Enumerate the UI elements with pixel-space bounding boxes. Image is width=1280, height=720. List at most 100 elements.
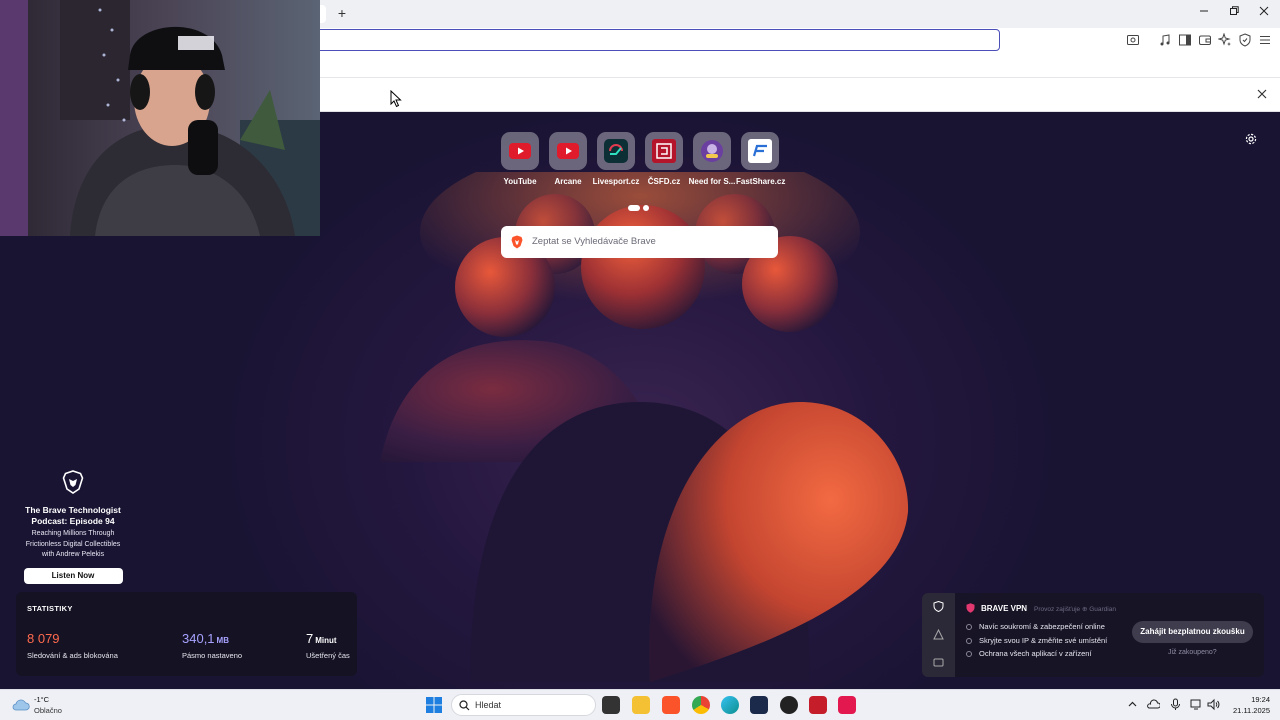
new-tab-button[interactable]: +: [334, 5, 350, 21]
check-circle-icon: [966, 637, 972, 644]
onedrive-icon[interactable]: [1147, 698, 1160, 711]
address-bar[interactable]: [300, 29, 1000, 51]
top-sites-pager: [628, 198, 652, 216]
podcast-promo: The Brave Technologist Podcast: Episode …: [12, 470, 134, 584]
stat-label: Ušetřený čas: [306, 651, 350, 660]
gear-icon[interactable]: [1244, 132, 1258, 146]
stat-unit: MB: [216, 636, 229, 645]
vpn-widget: BRAVE VPN Provoz zajišťuje ⊕ Guardian Na…: [922, 593, 1264, 677]
site-tile: [693, 132, 731, 170]
wallet-icon[interactable]: [1198, 33, 1212, 47]
brave-lion-icon: [62, 470, 84, 494]
start-free-trial-button[interactable]: Zahájit bezplatnou zkoušku: [1132, 621, 1253, 643]
file-explorer-icon[interactable]: [632, 696, 650, 714]
top-site-youtube[interactable]: YouTube: [496, 132, 544, 186]
list-item: Skryjte svou IP & změňte své umístění: [966, 634, 1107, 648]
kick-icon[interactable]: [750, 696, 768, 714]
menu-icon[interactable]: [1258, 33, 1272, 47]
stat-label: Sledování & ads blokována: [27, 651, 118, 660]
close-window-button[interactable]: [1253, 4, 1275, 22]
search-box[interactable]: Zeptat se Vyhledávače Brave: [501, 226, 778, 258]
site-label: YouTube: [503, 177, 537, 186]
feature-text: Skryjte svou IP & změňte své umístění: [979, 635, 1108, 645]
stats-widget: STATISTIKY 8 079 Sledování & ads bloková…: [16, 592, 357, 676]
restore-icon: [1230, 6, 1239, 15]
top-site-arcane[interactable]: Arcane: [544, 132, 592, 186]
youtube-icon: [557, 143, 579, 159]
chrome-icon[interactable]: [692, 696, 710, 714]
taskbar-search-placeholder: Hledat: [475, 700, 502, 710]
system-clock[interactable]: 19:24 21.11.2025: [1233, 695, 1270, 716]
already-purchased-link[interactable]: Již zakoupeno?: [1168, 649, 1217, 656]
pager-dot[interactable]: [643, 205, 649, 211]
site-tile: [741, 132, 779, 170]
warning-triangle-icon[interactable]: [933, 629, 944, 640]
cloud-icon[interactable]: [12, 698, 30, 712]
top-site-csfd[interactable]: ČSFD.cz: [640, 132, 688, 186]
shield-icon[interactable]: [1238, 33, 1252, 47]
webcam-video: [0, 0, 320, 236]
vpn-title: BRAVE VPN: [981, 604, 1028, 613]
task-view-icon[interactable]: [602, 696, 620, 714]
vpn-logo-icon: [966, 603, 975, 613]
feature-text: Navíc soukromí & zabezpečení online: [979, 622, 1105, 631]
clock-date: 21.11.2025: [1233, 705, 1270, 715]
brave-icon[interactable]: [662, 696, 680, 714]
need-for-speed-icon: [701, 140, 723, 162]
edge-icon[interactable]: [721, 696, 739, 714]
listen-now-button[interactable]: Listen Now: [23, 567, 123, 584]
windows-start-icon[interactable]: [426, 697, 442, 713]
network-icon[interactable]: [1190, 698, 1203, 711]
site-tile: [549, 132, 587, 170]
top-site-fastshare[interactable]: FastShare.cz: [736, 132, 785, 186]
leo-ai-icon[interactable]: [1218, 33, 1232, 47]
site-tile: [645, 132, 683, 170]
infobar-close-button[interactable]: [1254, 87, 1270, 103]
minimize-icon: [1200, 10, 1208, 12]
restore-button[interactable]: [1223, 4, 1245, 22]
top-sites: YouTube Arcane Livesport.cz ČSFD.cz Need…: [496, 132, 796, 192]
fastshare-icon: [748, 139, 772, 163]
close-icon: [1259, 6, 1269, 16]
mouse-cursor-icon: [390, 90, 402, 108]
list-item: Ochrana všech aplikací v zařízení: [966, 647, 1107, 661]
feature-text: Ochrana všech aplikací v zařízení: [979, 649, 1092, 658]
widget-switcher: [922, 593, 955, 677]
top-site-livesport[interactable]: Livesport.cz: [592, 132, 640, 186]
taskbar-search[interactable]: Hledat: [451, 694, 596, 716]
stats-title: STATISTIKY: [27, 604, 73, 613]
site-label: Arcane: [554, 177, 582, 186]
volume-icon[interactable]: [1207, 698, 1220, 711]
chevron-up-icon[interactable]: [1126, 698, 1139, 711]
tiktok-icon[interactable]: [838, 696, 856, 714]
obs-icon[interactable]: [780, 696, 798, 714]
stat-bandwidth-saved: 340,1 MB Pásmo nastaveno: [182, 630, 242, 660]
pager-dot-active[interactable]: [628, 205, 640, 211]
site-label: ČSFD.cz: [647, 177, 681, 186]
news-card-icon[interactable]: [933, 657, 944, 668]
search-placeholder: Zeptat se Vyhledávače Brave: [532, 236, 656, 247]
promo-subtitle-line1: Reaching Millions Through: [31, 530, 115, 537]
stat-label: Pásmo nastaveno: [182, 651, 243, 660]
streamer-app-icon[interactable]: [809, 696, 827, 714]
microphone-icon[interactable]: [1169, 698, 1182, 711]
top-site-need-for-speed[interactable]: Need for S...: [688, 132, 736, 186]
stat-value: 7: [306, 631, 314, 646]
sidebar-icon[interactable]: [1178, 33, 1192, 47]
site-label: Livesport.cz: [592, 177, 640, 186]
brave-logo-icon: [511, 235, 523, 249]
site-label: Need for S...: [688, 177, 736, 186]
promo-subtitle-line3: with Andrew Pelekis: [41, 551, 105, 558]
promo-title-line2: Podcast: Episode 94: [31, 516, 115, 526]
clock-time: 19:24: [1251, 695, 1270, 704]
tab-search-icon[interactable]: [1126, 33, 1140, 47]
vpn-powered-by: Provoz zajišťuje ⊕ Guardian: [1034, 606, 1116, 613]
promo-subtitle-line2: Frictionless Digital Collectibles: [25, 540, 121, 548]
vpn-shield-icon[interactable]: [933, 601, 944, 612]
music-icon[interactable]: [1158, 33, 1172, 47]
list-item: Navíc soukromí & zabezpečení online: [966, 620, 1107, 634]
check-circle-icon: [966, 624, 972, 630]
close-icon: [1257, 89, 1267, 99]
minimize-button[interactable]: [1193, 4, 1215, 22]
stat-trackers-blocked: 8 079 Sledování & ads blokována: [27, 630, 118, 660]
